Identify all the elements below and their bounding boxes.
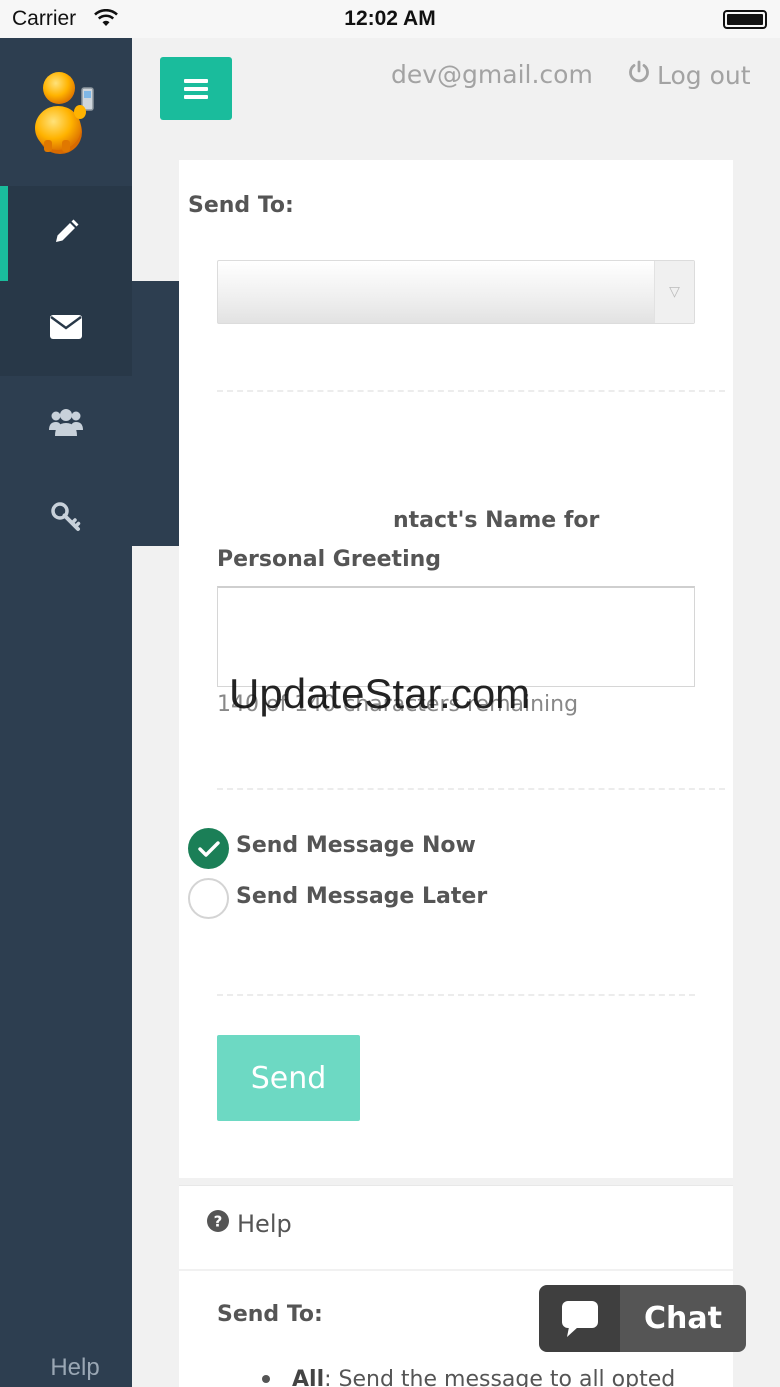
send-now-radio[interactable] [188,828,229,869]
chat-widget-button[interactable]: Chat [539,1285,746,1352]
help-title-text: Help [237,1210,292,1238]
send-button[interactable]: Send [217,1035,360,1121]
help-bullet-text: All: Send the message to all opted [292,1367,675,1387]
question-circle-icon: ? [207,1210,229,1238]
recipient-select[interactable]: ▽ [217,260,695,324]
active-indicator [0,186,8,281]
chat-label: Chat [620,1285,746,1352]
greeting-label-line2: Personal Greeting [217,547,442,572]
help-bullet-bold: All [292,1367,325,1387]
check-icon [197,840,220,857]
divider [217,788,725,790]
send-later-label[interactable]: Send Message Later [236,884,487,909]
menu-toggle-button[interactable] [160,57,232,120]
divider [217,390,725,392]
battery-icon [723,10,767,29]
status-bar: Carrier 12:02 AM [0,0,780,38]
send-now-label[interactable]: Send Message Now [236,833,476,858]
pencil-icon [52,218,80,250]
chevron-down-icon: ▽ [654,261,694,323]
hamburger-icon [184,78,208,99]
help-panel-header[interactable]: ? Help [179,1185,733,1269]
watermark: UpdateStar.com [229,670,531,717]
help-title: ? Help [207,1210,292,1238]
sidebar-item-account[interactable] [0,471,132,566]
sidebar: Help [0,38,132,1387]
envelope-icon [50,314,82,343]
greeting-label-line1: ntact's Name for [393,508,600,533]
compose-form-card: Send To: ▽ ntact's Name for Personal Gre… [179,160,733,1178]
divider [217,994,695,996]
bullet [262,1375,270,1383]
logout-link[interactable]: Log out [627,60,751,90]
power-icon [627,60,651,90]
clock: 12:02 AM [344,7,436,30]
send-to-label: Send To: [188,193,294,218]
help-send-to-label: Send To: [217,1302,323,1327]
sidebar-item-messages[interactable] [0,281,132,376]
help-bullet-rest: : Send the message to all opted [324,1367,676,1387]
app-logo [30,70,100,154]
sidebar-help-link[interactable]: Help [0,1354,150,1382]
send-later-radio[interactable] [188,878,229,919]
user-email: dev@gmail.com [391,60,593,89]
sidebar-item-contacts[interactable] [0,376,132,471]
svg-text:?: ? [214,1213,223,1231]
chat-bubble-icon [539,1285,620,1352]
key-icon [51,501,81,536]
users-icon [49,408,83,440]
logout-label: Log out [657,60,751,90]
sidebar-item-compose[interactable] [0,186,132,281]
